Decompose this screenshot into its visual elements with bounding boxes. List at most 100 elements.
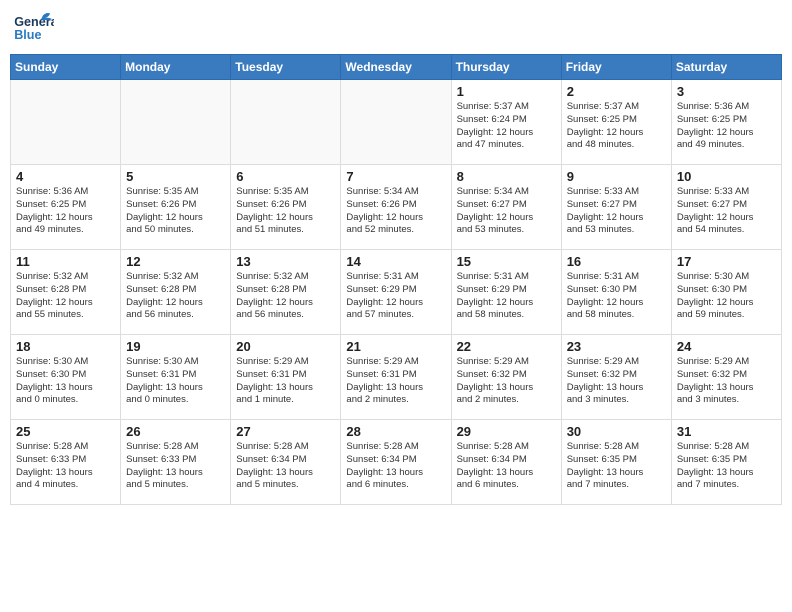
day-info: Sunrise: 5:32 AM Sunset: 6:28 PM Dayligh… [16, 271, 115, 322]
calendar-week-row: 18 Sunrise: 5:30 AM Sunset: 6:30 PM Dayli… [11, 335, 782, 420]
day-number: 22 [457, 339, 556, 354]
calendar-week-row: 11 Sunrise: 5:32 AM Sunset: 6:28 PM Dayli… [11, 250, 782, 335]
calendar-cell: 1 Sunrise: 5:37 AM Sunset: 6:24 PM Daylig… [451, 80, 561, 165]
day-info: Sunrise: 5:32 AM Sunset: 6:28 PM Dayligh… [236, 271, 335, 322]
day-number: 27 [236, 424, 335, 439]
calendar-cell: 29 Sunrise: 5:28 AM Sunset: 6:34 PM Dayli… [451, 420, 561, 505]
day-info: Sunrise: 5:28 AM Sunset: 6:33 PM Dayligh… [126, 441, 225, 492]
calendar-cell: 5 Sunrise: 5:35 AM Sunset: 6:26 PM Daylig… [121, 165, 231, 250]
calendar-cell: 21 Sunrise: 5:29 AM Sunset: 6:31 PM Dayli… [341, 335, 451, 420]
calendar-cell: 17 Sunrise: 5:30 AM Sunset: 6:30 PM Dayli… [671, 250, 781, 335]
page-header: General Blue [10, 10, 782, 46]
day-number: 7 [346, 169, 445, 184]
day-number: 17 [677, 254, 776, 269]
day-number: 28 [346, 424, 445, 439]
calendar-week-row: 1 Sunrise: 5:37 AM Sunset: 6:24 PM Daylig… [11, 80, 782, 165]
day-number: 9 [567, 169, 666, 184]
day-number: 19 [126, 339, 225, 354]
calendar-cell [121, 80, 231, 165]
calendar-table: SundayMondayTuesdayWednesdayThursdayFrid… [10, 54, 782, 505]
day-info: Sunrise: 5:30 AM Sunset: 6:30 PM Dayligh… [16, 356, 115, 407]
day-number: 16 [567, 254, 666, 269]
day-number: 8 [457, 169, 556, 184]
day-info: Sunrise: 5:34 AM Sunset: 6:26 PM Dayligh… [346, 186, 445, 237]
calendar-cell: 25 Sunrise: 5:28 AM Sunset: 6:33 PM Dayli… [11, 420, 121, 505]
day-info: Sunrise: 5:30 AM Sunset: 6:30 PM Dayligh… [677, 271, 776, 322]
day-info: Sunrise: 5:33 AM Sunset: 6:27 PM Dayligh… [567, 186, 666, 237]
day-number: 2 [567, 84, 666, 99]
logo: General Blue [14, 10, 54, 46]
day-number: 25 [16, 424, 115, 439]
day-info: Sunrise: 5:31 AM Sunset: 6:29 PM Dayligh… [457, 271, 556, 322]
day-number: 30 [567, 424, 666, 439]
calendar-cell: 28 Sunrise: 5:28 AM Sunset: 6:34 PM Dayli… [341, 420, 451, 505]
day-number: 11 [16, 254, 115, 269]
day-of-week-header: Friday [561, 55, 671, 80]
day-info: Sunrise: 5:28 AM Sunset: 6:35 PM Dayligh… [677, 441, 776, 492]
day-info: Sunrise: 5:37 AM Sunset: 6:25 PM Dayligh… [567, 101, 666, 152]
day-number: 12 [126, 254, 225, 269]
day-number: 18 [16, 339, 115, 354]
day-info: Sunrise: 5:29 AM Sunset: 6:32 PM Dayligh… [457, 356, 556, 407]
calendar-cell: 13 Sunrise: 5:32 AM Sunset: 6:28 PM Dayli… [231, 250, 341, 335]
day-number: 21 [346, 339, 445, 354]
calendar-week-row: 25 Sunrise: 5:28 AM Sunset: 6:33 PM Dayli… [11, 420, 782, 505]
day-of-week-header: Monday [121, 55, 231, 80]
calendar-cell [341, 80, 451, 165]
day-info: Sunrise: 5:28 AM Sunset: 6:33 PM Dayligh… [16, 441, 115, 492]
day-number: 29 [457, 424, 556, 439]
calendar-cell [11, 80, 121, 165]
calendar-cell: 8 Sunrise: 5:34 AM Sunset: 6:27 PM Daylig… [451, 165, 561, 250]
logo-icon: General Blue [14, 10, 54, 46]
day-number: 14 [346, 254, 445, 269]
day-info: Sunrise: 5:32 AM Sunset: 6:28 PM Dayligh… [126, 271, 225, 322]
calendar-cell: 2 Sunrise: 5:37 AM Sunset: 6:25 PM Daylig… [561, 80, 671, 165]
calendar-cell: 26 Sunrise: 5:28 AM Sunset: 6:33 PM Dayli… [121, 420, 231, 505]
day-number: 23 [567, 339, 666, 354]
calendar-cell: 12 Sunrise: 5:32 AM Sunset: 6:28 PM Dayli… [121, 250, 231, 335]
day-info: Sunrise: 5:29 AM Sunset: 6:31 PM Dayligh… [346, 356, 445, 407]
calendar-cell: 23Sunrise: 5:29 AM Sunset: 6:32 PM Dayli… [561, 335, 671, 420]
calendar-cell: 11 Sunrise: 5:32 AM Sunset: 6:28 PM Dayli… [11, 250, 121, 335]
day-info: Sunrise: 5:35 AM Sunset: 6:26 PM Dayligh… [126, 186, 225, 237]
calendar-cell: 16 Sunrise: 5:31 AM Sunset: 6:30 PM Dayli… [561, 250, 671, 335]
calendar-cell: 27Sunrise: 5:28 AM Sunset: 6:34 PM Dayli… [231, 420, 341, 505]
day-of-week-header: Saturday [671, 55, 781, 80]
calendar-cell: 15 Sunrise: 5:31 AM Sunset: 6:29 PM Dayli… [451, 250, 561, 335]
day-number: 3 [677, 84, 776, 99]
calendar-cell: 6 Sunrise: 5:35 AM Sunset: 6:26 PM Daylig… [231, 165, 341, 250]
day-info: Sunrise: 5:34 AM Sunset: 6:27 PM Dayligh… [457, 186, 556, 237]
day-number: 4 [16, 169, 115, 184]
day-number: 26 [126, 424, 225, 439]
day-number: 13 [236, 254, 335, 269]
day-number: 24 [677, 339, 776, 354]
calendar-cell: 24 Sunrise: 5:29 AM Sunset: 6:32 PM Dayli… [671, 335, 781, 420]
calendar-cell: 14 Sunrise: 5:31 AM Sunset: 6:29 PM Dayli… [341, 250, 451, 335]
day-of-week-header: Sunday [11, 55, 121, 80]
day-number: 15 [457, 254, 556, 269]
calendar-cell: 30 Sunrise: 5:28 AM Sunset: 6:35 PM Dayli… [561, 420, 671, 505]
day-number: 1 [457, 84, 556, 99]
calendar-cell: 4 Sunrise: 5:36 AM Sunset: 6:25 PM Daylig… [11, 165, 121, 250]
day-info: Sunrise: 5:36 AM Sunset: 6:25 PM Dayligh… [677, 101, 776, 152]
day-info: Sunrise: 5:37 AM Sunset: 6:24 PM Dayligh… [457, 101, 556, 152]
day-info: Sunrise: 5:28 AM Sunset: 6:35 PM Dayligh… [567, 441, 666, 492]
day-of-week-header: Thursday [451, 55, 561, 80]
day-info: Sunrise: 5:36 AM Sunset: 6:25 PM Dayligh… [16, 186, 115, 237]
day-info: Sunrise: 5:31 AM Sunset: 6:30 PM Dayligh… [567, 271, 666, 322]
day-number: 6 [236, 169, 335, 184]
day-number: 5 [126, 169, 225, 184]
day-info: Sunrise: 5:31 AM Sunset: 6:29 PM Dayligh… [346, 271, 445, 322]
calendar-cell: 31Sunrise: 5:28 AM Sunset: 6:35 PM Dayli… [671, 420, 781, 505]
calendar-cell: 7 Sunrise: 5:34 AM Sunset: 6:26 PM Daylig… [341, 165, 451, 250]
day-info: Sunrise: 5:35 AM Sunset: 6:26 PM Dayligh… [236, 186, 335, 237]
calendar-header-row: SundayMondayTuesdayWednesdayThursdayFrid… [11, 55, 782, 80]
day-info: Sunrise: 5:30 AM Sunset: 6:31 PM Dayligh… [126, 356, 225, 407]
calendar-cell: 19 Sunrise: 5:30 AM Sunset: 6:31 PM Dayli… [121, 335, 231, 420]
calendar-week-row: 4 Sunrise: 5:36 AM Sunset: 6:25 PM Daylig… [11, 165, 782, 250]
day-info: Sunrise: 5:28 AM Sunset: 6:34 PM Dayligh… [346, 441, 445, 492]
day-info: Sunrise: 5:28 AM Sunset: 6:34 PM Dayligh… [457, 441, 556, 492]
day-info: Sunrise: 5:33 AM Sunset: 6:27 PM Dayligh… [677, 186, 776, 237]
calendar-cell: 10Sunrise: 5:33 AM Sunset: 6:27 PM Dayli… [671, 165, 781, 250]
day-info: Sunrise: 5:29 AM Sunset: 6:32 PM Dayligh… [677, 356, 776, 407]
